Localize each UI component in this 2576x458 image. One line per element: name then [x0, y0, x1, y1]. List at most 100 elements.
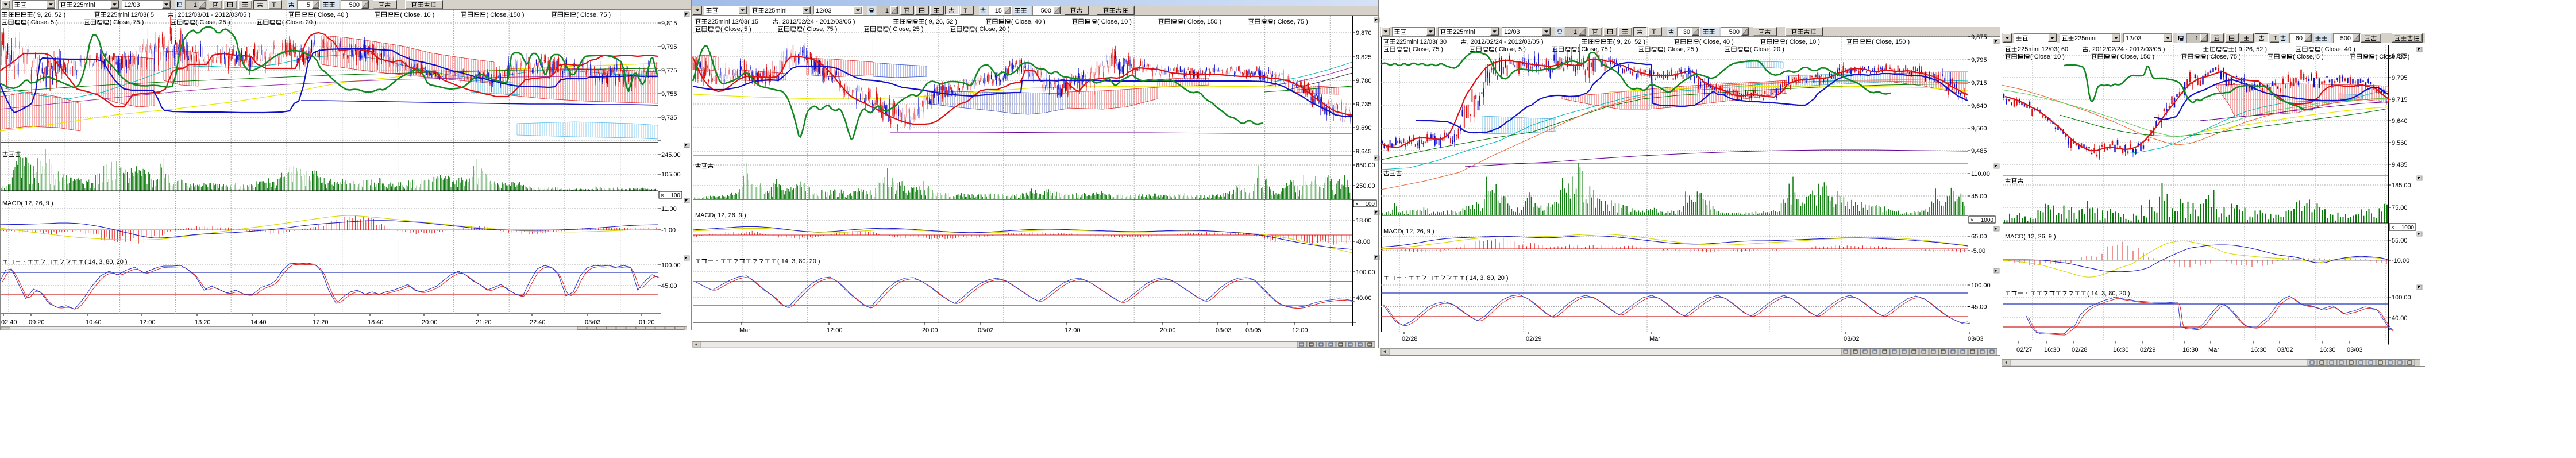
svg-text:MACD( 12, 26, 9 ): MACD( 12, 26, 9 ): [2, 200, 53, 207]
svg-text:5: 5: [307, 2, 310, 9]
svg-text:9,795: 9,795: [2392, 75, 2408, 82]
svg-text:225mini 12/03( 5: 225mini 12/03( 5: [107, 11, 154, 18]
svg-text:Mar: Mar: [1649, 336, 1660, 342]
svg-text:45.00: 45.00: [1971, 304, 1987, 311]
svg-text:9,485: 9,485: [2392, 161, 2408, 168]
svg-text:16:30: 16:30: [2044, 347, 2060, 353]
svg-text:( Close, 10 ): ( Close, 10 ): [400, 11, 434, 18]
svg-text:21:20: 21:20: [476, 319, 492, 326]
svg-text:03/03: 03/03: [1216, 327, 1232, 334]
svg-text:03/05: 03/05: [1245, 327, 1262, 334]
svg-text:500: 500: [1729, 29, 1740, 36]
svg-text:225mini: 225mini: [73, 2, 95, 9]
svg-text:( 9, 26, 52 ): ( 9, 26, 52 ): [33, 11, 65, 18]
svg-text:( Close, 25 ): ( Close, 25 ): [889, 26, 924, 33]
svg-text:100.00: 100.00: [1971, 282, 1991, 289]
svg-text:9,735: 9,735: [1356, 101, 1372, 108]
svg-text:100.00: 100.00: [1356, 269, 1375, 276]
svg-text:1: 1: [885, 7, 889, 14]
svg-text:( Close, 10 ): ( Close, 10 ): [1786, 39, 1820, 45]
svg-text:T: T: [272, 2, 276, 9]
svg-text:225mini 12/03( 60: 225mini 12/03( 60: [2018, 46, 2068, 53]
svg-text:12/03: 12/03: [816, 7, 832, 14]
svg-text:( 14, 3, 80, 20 ): ( 14, 3, 80, 20 ): [1466, 275, 1509, 282]
svg-text:9,795: 9,795: [661, 44, 677, 51]
svg-text:MACD( 12, 26, 9 ): MACD( 12, 26, 9 ): [1383, 228, 1434, 235]
svg-text:9,690: 9,690: [1356, 125, 1372, 132]
svg-text:650.00: 650.00: [1356, 162, 1375, 169]
svg-text:9,640: 9,640: [1971, 103, 1987, 110]
svg-text:( Close, 10 ): ( Close, 10 ): [1097, 18, 1132, 25]
svg-text:20:00: 20:00: [422, 319, 438, 326]
svg-text:( 9, 26, 52 ): ( 9, 26, 52 ): [2235, 46, 2267, 53]
svg-text:( Close, 150 ): ( Close, 150 ): [1183, 18, 1221, 25]
svg-text:02/27: 02/27: [2016, 347, 2033, 353]
svg-text:03/02: 03/02: [2277, 347, 2293, 353]
svg-text:MACD( 12, 26, 9 ): MACD( 12, 26, 9 ): [695, 212, 746, 219]
svg-text:1: 1: [2195, 35, 2199, 42]
svg-text:9,795: 9,795: [1971, 57, 1987, 64]
svg-text:1000: 1000: [1981, 217, 1994, 224]
svg-text:02/28: 02/28: [1402, 336, 1418, 342]
svg-text:-10.00: -10.00: [2392, 257, 2409, 264]
svg-text:20:00: 20:00: [1160, 327, 1176, 334]
svg-text:9,715: 9,715: [2392, 97, 2408, 103]
svg-text:10:40: 10:40: [86, 319, 102, 326]
svg-text:-5.00: -5.00: [1971, 248, 1985, 255]
svg-text:( Close, 40 ): ( Close, 40 ): [1011, 18, 1046, 25]
svg-text:( Close, 20 ): ( Close, 20 ): [2376, 53, 2410, 60]
svg-text:110.00: 110.00: [1971, 171, 1990, 178]
svg-text:9,640: 9,640: [2392, 118, 2408, 125]
svg-text:12:00: 12:00: [1292, 327, 1308, 334]
svg-text:1: 1: [194, 2, 197, 9]
svg-text:12:00: 12:00: [140, 319, 156, 326]
svg-text:( Close, 5 ): ( Close, 5 ): [2293, 53, 2324, 60]
svg-text:( Close, 20 ): ( Close, 20 ): [1750, 46, 1784, 53]
svg-text:( 14, 3, 80, 20 ): ( 14, 3, 80, 20 ): [2087, 290, 2130, 297]
svg-text:45.00: 45.00: [661, 283, 677, 290]
svg-text:100: 100: [1365, 201, 1375, 207]
svg-text:15: 15: [995, 7, 1002, 14]
svg-text:16:30: 16:30: [2320, 347, 2336, 353]
svg-text:16:30: 16:30: [2182, 347, 2199, 353]
svg-text:( Close, 75 ): ( Close, 75 ): [576, 11, 611, 18]
svg-text:250.00: 250.00: [1356, 183, 1375, 190]
svg-text:9,875: 9,875: [1971, 34, 1987, 41]
svg-text:9,715: 9,715: [1971, 80, 1987, 87]
svg-text:75.00: 75.00: [2392, 205, 2408, 211]
svg-text:( 9, 26, 52 ): ( 9, 26, 52 ): [925, 18, 957, 25]
svg-text:( Close, 40 ): ( Close, 40 ): [1699, 39, 1734, 45]
svg-text:20:00: 20:00: [922, 327, 938, 334]
svg-text:18.00: 18.00: [1356, 217, 1372, 224]
svg-text:30: 30: [1683, 29, 1690, 36]
svg-text:02:40: 02:40: [1, 319, 17, 326]
svg-text:9,870: 9,870: [1356, 30, 1372, 37]
svg-text:9,755: 9,755: [661, 91, 677, 98]
svg-text:( Close, 75 ): ( Close, 75 ): [1409, 46, 1443, 53]
svg-text:225mini 12/03( 15: 225mini 12/03( 15: [708, 18, 758, 25]
svg-text:12/03: 12/03: [124, 2, 140, 9]
svg-text:225mini: 225mini: [1453, 29, 1475, 36]
svg-text:( Close, 5 ): ( Close, 5 ): [720, 26, 751, 33]
svg-text:01:20: 01:20: [639, 319, 655, 326]
svg-text:9,735: 9,735: [661, 114, 677, 121]
svg-text:( Close, 75 ): ( Close, 75 ): [1578, 46, 1612, 53]
svg-text:105.00: 105.00: [661, 171, 681, 178]
svg-text:02/29: 02/29: [2140, 347, 2156, 353]
svg-text:( 9, 26, 52 ): ( 9, 26, 52 ): [1613, 39, 1645, 45]
svg-text:100: 100: [670, 193, 680, 199]
svg-text:-1.00: -1.00: [661, 227, 676, 234]
svg-text:( Close, 20 ): ( Close, 20 ): [975, 26, 1010, 33]
svg-text:, 2012/03/01 - 2012/03/05 ): , 2012/03/01 - 2012/03/05 ): [174, 11, 250, 18]
svg-text:22:40: 22:40: [530, 319, 546, 326]
svg-text:9,775: 9,775: [661, 67, 677, 74]
svg-text:1000: 1000: [2401, 225, 2415, 231]
svg-text:T: T: [2274, 35, 2278, 42]
svg-text:55.00: 55.00: [2392, 237, 2408, 244]
svg-text:, 2012/02/24 - 2012/03/05 ): , 2012/02/24 - 2012/03/05 ): [2089, 46, 2165, 53]
svg-text:13:20: 13:20: [195, 319, 211, 326]
svg-text:500: 500: [2340, 35, 2351, 42]
svg-text:( Close, 75 ): ( Close, 75 ): [1274, 18, 1308, 25]
svg-text:9,560: 9,560: [1971, 125, 1987, 132]
svg-text:( Close, 75 ): ( Close, 75 ): [2207, 53, 2241, 60]
